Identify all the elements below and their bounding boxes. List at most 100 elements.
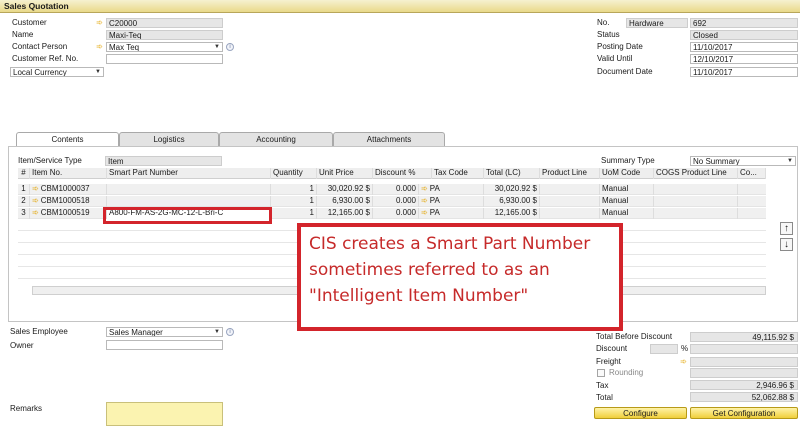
- uom-cell[interactable]: Manual: [600, 184, 654, 195]
- total-before-discount-field[interactable]: 49,115.92 $: [690, 332, 798, 342]
- unit-price-cell[interactable]: 12,165.00 $: [317, 208, 373, 219]
- item-type-select[interactable]: Item: [105, 156, 222, 166]
- discount-percent-input[interactable]: [650, 344, 678, 354]
- col-header-item-no[interactable]: Item No.: [30, 168, 107, 179]
- col-header-uom[interactable]: UoM Code: [600, 168, 654, 179]
- total-label: Total: [596, 393, 613, 402]
- col-header-co[interactable]: Co...: [738, 168, 766, 179]
- cogs-cell[interactable]: [654, 184, 738, 195]
- grid-header: # Item No. Smart Part Number Quantity Un…: [18, 168, 766, 179]
- col-header-cogs[interactable]: COGS Product Line: [654, 168, 738, 179]
- freight-link-arrow-icon[interactable]: ➾: [679, 358, 688, 366]
- unit-price-cell[interactable]: 6,930.00 $: [317, 196, 373, 207]
- quantity-cell[interactable]: 1: [271, 208, 317, 219]
- discount-cell[interactable]: 0.000: [373, 208, 419, 219]
- chevron-down-icon: ▼: [95, 69, 101, 75]
- smart-part-cell[interactable]: [107, 196, 271, 207]
- discount-amount-field[interactable]: [690, 344, 798, 354]
- rounding-checkbox[interactable]: [597, 369, 605, 377]
- product-line-cell[interactable]: [540, 208, 600, 219]
- link-arrow-icon[interactable]: ➾: [421, 208, 428, 217]
- item-no-cell[interactable]: ➾ CBM1000519: [30, 208, 107, 219]
- item-no-cell[interactable]: ➾ CBM1000037: [30, 184, 107, 195]
- quantity-cell[interactable]: 1: [271, 196, 317, 207]
- unit-price-cell[interactable]: 30,020.92 $: [317, 184, 373, 195]
- row-number: 2: [18, 196, 30, 207]
- contact-link-arrow-icon[interactable]: ➾: [95, 43, 104, 51]
- link-arrow-icon[interactable]: ➾: [32, 184, 39, 193]
- currency-select[interactable]: Local Currency ▼: [10, 67, 104, 77]
- customer-field[interactable]: C20000: [106, 18, 223, 28]
- total-cell[interactable]: 6,930.00 $: [484, 196, 540, 207]
- row-number: 1: [18, 184, 30, 195]
- info-icon[interactable]: i: [226, 328, 234, 336]
- customer-ref-input[interactable]: [106, 54, 223, 64]
- col-header-smart-part[interactable]: Smart Part Number: [107, 168, 271, 179]
- posting-date-input[interactable]: 11/10/2017: [690, 42, 798, 52]
- col-header-unit-price[interactable]: Unit Price: [317, 168, 373, 179]
- item-no-cell[interactable]: ➾ CBM1000518: [30, 196, 107, 207]
- total-before-discount-label: Total Before Discount: [596, 332, 673, 341]
- tab-logistics[interactable]: Logistics: [119, 132, 219, 146]
- discount-cell[interactable]: 0.000: [373, 196, 419, 207]
- col-header-total[interactable]: Total (LC): [484, 168, 540, 179]
- status-field[interactable]: Closed: [690, 30, 798, 40]
- tab-contents[interactable]: Contents: [16, 132, 119, 147]
- product-line-cell[interactable]: [540, 196, 600, 207]
- valid-until-input[interactable]: 12/10/2017: [690, 54, 798, 64]
- move-up-icon[interactable]: ↑: [780, 222, 793, 235]
- contact-person-select[interactable]: Max Teq ▼: [106, 42, 223, 52]
- doc-no-field[interactable]: 692: [690, 18, 798, 28]
- remarks-textarea[interactable]: [106, 402, 223, 426]
- get-configuration-button[interactable]: Get Configuration: [690, 407, 798, 419]
- uom-cell[interactable]: Manual: [600, 196, 654, 207]
- tax-code-cell[interactable]: ➾ PA: [419, 208, 484, 219]
- item-type-label: Item/Service Type: [18, 156, 82, 165]
- series-select[interactable]: Hardware: [626, 18, 688, 28]
- annotation-callout: CIS creates a Smart Part Number sometime…: [297, 223, 623, 331]
- link-arrow-icon[interactable]: ➾: [421, 184, 428, 193]
- tax-code-cell[interactable]: ➾ PA: [419, 196, 484, 207]
- document-date-input[interactable]: 11/10/2017: [690, 67, 798, 77]
- name-field[interactable]: Maxi-Teq: [106, 30, 223, 40]
- summary-type-label: Summary Type: [601, 156, 655, 165]
- window-title: Sales Quotation: [4, 1, 69, 11]
- col-header-row-num[interactable]: #: [18, 168, 30, 179]
- freight-field[interactable]: [690, 357, 798, 367]
- quantity-cell[interactable]: 1: [271, 184, 317, 195]
- summary-type-select[interactable]: No Summary ▼: [690, 156, 796, 166]
- col-header-discount[interactable]: Discount %: [373, 168, 432, 179]
- info-icon[interactable]: i: [226, 43, 234, 51]
- tab-attachments[interactable]: Attachments: [333, 132, 445, 146]
- link-arrow-icon[interactable]: ➾: [421, 196, 428, 205]
- document-date-label: Document Date: [597, 67, 653, 76]
- tab-accounting[interactable]: Accounting: [219, 132, 333, 146]
- product-line-cell[interactable]: [540, 184, 600, 195]
- cogs-cell[interactable]: [654, 208, 738, 219]
- sales-employee-select[interactable]: Sales Manager ▼: [106, 327, 223, 337]
- table-row[interactable]: 1 ➾ CBM1000037 1 30,020.92 $ 0.000 ➾ PA 30…: [18, 184, 766, 195]
- total-cell[interactable]: 30,020.92 $: [484, 184, 540, 195]
- customer-link-arrow-icon[interactable]: ➾: [95, 19, 104, 27]
- table-row[interactable]: 2 ➾ CBM1000518 1 6,930.00 $ 0.000 ➾ PA 6,9…: [18, 196, 766, 207]
- link-arrow-icon[interactable]: ➾: [32, 196, 39, 205]
- configure-button[interactable]: Configure: [594, 407, 687, 419]
- owner-input[interactable]: [106, 340, 223, 350]
- col-header-quantity[interactable]: Quantity: [271, 168, 317, 179]
- col-header-tax-code[interactable]: Tax Code: [432, 168, 484, 179]
- rounding-field[interactable]: [690, 368, 798, 378]
- discount-cell[interactable]: 0.000: [373, 184, 419, 195]
- col-header-product-line[interactable]: Product Line: [540, 168, 600, 179]
- total-field[interactable]: 52,062.88 $: [690, 392, 798, 402]
- customer-label: Customer: [12, 18, 47, 27]
- link-arrow-icon[interactable]: ➾: [32, 208, 39, 217]
- tax-code-cell[interactable]: ➾ PA: [419, 184, 484, 195]
- cogs-cell[interactable]: [654, 196, 738, 207]
- tax-field[interactable]: 2,946.96 $: [690, 380, 798, 390]
- item-no: CBM1000037: [40, 184, 90, 193]
- total-cell[interactable]: 12,165.00 $: [484, 208, 540, 219]
- row-number: 3: [18, 208, 30, 219]
- move-down-icon[interactable]: ↓: [780, 238, 793, 251]
- uom-cell[interactable]: Manual: [600, 208, 654, 219]
- smart-part-cell[interactable]: [107, 184, 271, 195]
